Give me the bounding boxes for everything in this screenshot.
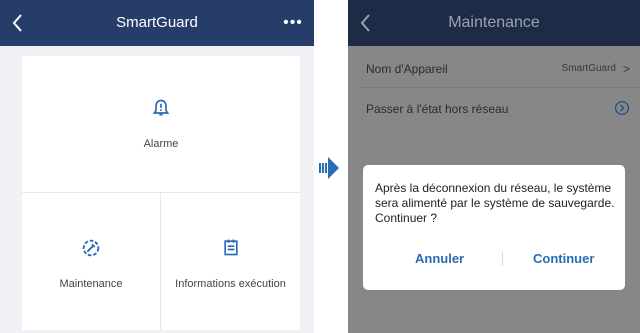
confirm-dialog: Après la déconnexion du réseau, le systè…	[363, 165, 625, 290]
alarm-bell-icon	[152, 99, 170, 116]
function-grid: Alarme Maintenance Informations exécutio…	[22, 56, 300, 330]
device-name-row[interactable]: Nom d'Appareil SmartGuard >	[348, 48, 640, 90]
page-title: Maintenance	[448, 14, 540, 31]
cancel-button[interactable]: Annuler	[415, 251, 464, 266]
execution-info-label: Informations exécution	[175, 278, 286, 290]
clipboard-icon	[224, 239, 238, 256]
button-divider	[502, 252, 503, 266]
circle-arrow-icon[interactable]	[614, 100, 630, 116]
continue-button[interactable]: Continuer	[533, 251, 594, 266]
divider	[22, 192, 300, 193]
device-name-label: Nom d'Appareil	[366, 62, 448, 76]
more-dots-icon[interactable]: •••	[282, 14, 304, 32]
arrow-right-icon	[319, 157, 339, 179]
maintenance-screen: Maintenance Nom d'Appareil SmartGuard > …	[348, 0, 640, 333]
offgrid-switch-row[interactable]: Passer à l'état hors réseau	[348, 88, 640, 130]
offgrid-label: Passer à l'état hors réseau	[366, 102, 509, 116]
chevron-right-icon: >	[622, 62, 630, 76]
smartguard-screen: SmartGuard ••• Alarme Maintenance Inform…	[0, 0, 314, 333]
wrench-gear-icon	[82, 239, 100, 257]
dialog-message: Après la déconnexion du réseau, le systè…	[375, 181, 615, 225]
divider	[160, 193, 161, 330]
device-name-value: SmartGuard	[561, 63, 616, 74]
header-bar: SmartGuard •••	[0, 0, 314, 46]
execution-info-tile[interactable]: Informations exécution	[161, 193, 300, 330]
alarm-tile[interactable]: Alarme	[22, 56, 300, 192]
page-title: SmartGuard	[116, 14, 198, 31]
header-bar: Maintenance	[348, 0, 640, 46]
alarm-label: Alarme	[143, 138, 179, 150]
maintenance-label: Maintenance	[59, 278, 123, 290]
maintenance-tile[interactable]: Maintenance	[22, 193, 160, 330]
